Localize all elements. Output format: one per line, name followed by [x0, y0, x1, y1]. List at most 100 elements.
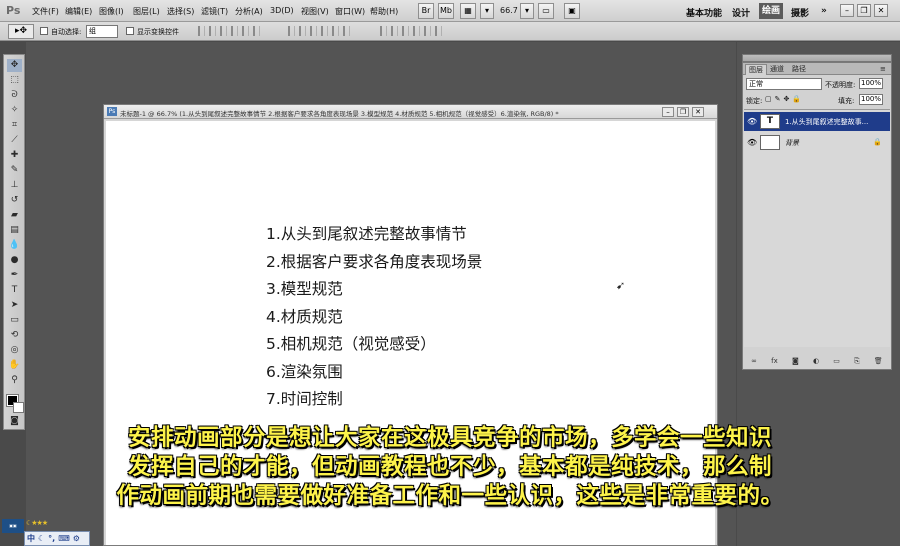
workspace-design[interactable]: 设计 — [732, 6, 750, 19]
menu-edit[interactable]: 编辑(E) — [65, 6, 92, 17]
arrange-documents-icon[interactable]: ▭ — [538, 3, 554, 19]
opacity-label: 不透明度: — [825, 81, 856, 89]
lock-options-icons[interactable]: ▢✎✥🔒 — [765, 95, 804, 103]
panel-header-bar[interactable] — [742, 54, 892, 62]
keyboard-icon[interactable]: ⌨ — [58, 534, 70, 543]
adjustment-layer-icon[interactable]: ◐ — [813, 357, 819, 365]
eraser-tool-icon[interactable]: ▰ — [7, 209, 22, 222]
auto-select-checkbox[interactable] — [40, 27, 48, 35]
brush-tool-icon[interactable]: ✎ — [7, 164, 22, 177]
menu-file[interactable]: 文件(F) — [32, 6, 59, 17]
path-selection-icon[interactable]: ➤ — [7, 299, 22, 312]
chevron-down-icon[interactable]: ▾ — [480, 3, 494, 19]
doc-close-icon[interactable]: ✕ — [692, 107, 704, 117]
3d-rotate-icon[interactable]: ⟲ — [7, 329, 22, 342]
menu-window[interactable]: 窗口(W) — [335, 6, 365, 17]
new-group-icon[interactable]: ▭ — [833, 357, 840, 365]
document-titlebar[interactable]: Ps 未标题-1 @ 66.7% (1.从头到尾叙述完整故事情节 2.根据客户要… — [104, 105, 717, 119]
panel-menu-icon[interactable]: ≡ — [877, 64, 889, 75]
layer-row-background[interactable]: 👁 背景 🔒 — [744, 133, 890, 152]
opacity-field[interactable]: 100% — [859, 78, 883, 89]
close-icon[interactable]: ✕ — [874, 4, 888, 17]
watermark-logo: ▣▣ — [2, 519, 24, 533]
dodge-tool-icon[interactable]: ● — [7, 254, 22, 267]
move-tool-preset-icon[interactable]: ▸✥ — [8, 24, 34, 39]
auto-select-dropdown[interactable]: 组 — [86, 25, 118, 38]
history-brush-icon[interactable]: ↺ — [7, 194, 22, 207]
screen-mode-icon[interactable]: ▣ — [564, 3, 580, 19]
mini-bridge-button[interactable]: Mb — [438, 3, 454, 19]
new-layer-icon[interactable]: ⎘ — [854, 357, 860, 366]
fill-field[interactable]: 100% — [859, 94, 883, 105]
grid-icon[interactable]: ▦ — [460, 3, 476, 19]
layer-row-text[interactable]: 👁 T 1.从头到尾叙述完整故事... — [744, 112, 890, 131]
restore-icon[interactable]: ❐ — [857, 4, 871, 17]
menu-help[interactable]: 帮助(H) — [370, 6, 398, 17]
marquee-tool-icon[interactable]: ⬚ — [7, 74, 22, 87]
healing-brush-icon[interactable]: ✚ — [7, 149, 22, 162]
blur-tool-icon[interactable]: 💧 — [7, 239, 22, 252]
settings-icon[interactable]: ⚙ — [73, 534, 80, 543]
eye-icon[interactable]: 👁 — [747, 138, 757, 147]
menu-select[interactable]: 选择(S) — [167, 6, 194, 17]
rectangle-tool-icon[interactable]: ▭ — [7, 314, 22, 327]
auto-align-icons[interactable] — [380, 26, 442, 37]
blend-mode-dropdown[interactable]: 正常 — [746, 78, 822, 90]
layer-name: 1.从头到尾叙述完整故事... — [785, 118, 869, 126]
bridge-button[interactable]: Br — [418, 3, 434, 19]
text-line: 7.时间控制 — [266, 390, 343, 408]
eye-icon[interactable]: 👁 — [747, 117, 757, 126]
type-tool-icon[interactable]: T — [7, 284, 22, 297]
text-line: 6.渲染氛围 — [266, 362, 343, 381]
show-transform-checkbox[interactable] — [126, 27, 134, 35]
delete-layer-icon[interactable]: 🗑 — [874, 357, 883, 365]
chevron-down-icon[interactable]: ▾ — [520, 3, 534, 19]
crop-tool-icon[interactable]: ⌗ — [7, 119, 22, 132]
ime-mode[interactable]: 中 — [27, 533, 35, 544]
ime-toolbar[interactable]: 中 ☾ °, ⌨ ⚙ — [24, 531, 90, 546]
layer-style-icon[interactable]: fx — [771, 357, 778, 365]
hand-tool-icon[interactable]: ✋ — [7, 359, 22, 372]
gradient-tool-icon[interactable]: ▤ — [7, 224, 22, 237]
tab-paths[interactable]: 路径 — [789, 64, 809, 75]
menu-3d[interactable]: 3D(D) — [270, 6, 294, 15]
workspace-essentials[interactable]: 基本功能 — [686, 6, 722, 19]
punctuation-icon[interactable]: °, — [48, 534, 55, 543]
add-mask-icon[interactable]: ◙ — [792, 357, 799, 365]
menu-view[interactable]: 视图(V) — [301, 6, 329, 17]
background-color-swatch[interactable] — [13, 402, 24, 413]
moon-icon[interactable]: ☾ — [38, 534, 45, 543]
minimize-icon[interactable]: – — [840, 4, 854, 17]
workspace-photography[interactable]: 摄影 — [791, 6, 809, 19]
tab-channels[interactable]: 通道 — [767, 64, 787, 75]
subtitle-line: 发挥自己的才能，但动画教程也不少，基本都是纯技术，那么制 — [127, 454, 772, 480]
3d-orbit-icon[interactable]: ◎ — [7, 344, 22, 357]
menu-analysis[interactable]: 分析(A) — [235, 6, 263, 17]
clone-stamp-icon[interactable]: ⊥ — [7, 179, 22, 192]
move-tool-icon[interactable]: ✥ — [7, 59, 22, 72]
menu-layer[interactable]: 图层(L) — [133, 6, 160, 17]
lock-icon: 🔒 — [873, 138, 882, 146]
link-layers-icon[interactable]: ∞ — [751, 357, 757, 365]
distribute-icons[interactable] — [288, 26, 350, 37]
workspace-painting[interactable]: 绘画 — [759, 3, 783, 19]
zoom-level[interactable]: 66.7 — [500, 6, 518, 15]
tab-layers[interactable]: 图层 — [745, 64, 767, 75]
menu-filter[interactable]: 滤镜(T) — [201, 6, 228, 17]
show-transform-label: 显示变换控件 — [137, 28, 179, 36]
doc-restore-icon[interactable]: ❐ — [677, 107, 689, 117]
pen-tool-icon[interactable]: ✒ — [7, 269, 22, 282]
align-icons[interactable] — [198, 26, 260, 37]
eyedropper-icon[interactable]: ⟋ — [7, 134, 22, 147]
menu-bar: Ps 文件(F) 编辑(E) 图像(I) 图层(L) 选择(S) 滤镜(T) 分… — [0, 0, 900, 22]
zoom-tool-icon[interactable]: ⚲ — [7, 374, 22, 387]
fill-label: 填充: — [838, 97, 855, 105]
move-cursor-icon: ➹ — [616, 279, 626, 292]
doc-minimize-icon[interactable]: – — [662, 107, 674, 117]
workspace-more-icon[interactable]: » — [821, 6, 827, 16]
menu-image[interactable]: 图像(I) — [99, 6, 124, 17]
text-line: 5.相机规范（视觉感受） — [266, 335, 436, 353]
magic-wand-icon[interactable]: ✧ — [7, 104, 22, 117]
lasso-tool-icon[interactable]: ᘐ — [7, 89, 22, 102]
layers-panel: 图层 通道 路径 ≡ 正常 不透明度: 100% 锁定: ▢✎✥🔒 填充: 10… — [742, 62, 892, 370]
